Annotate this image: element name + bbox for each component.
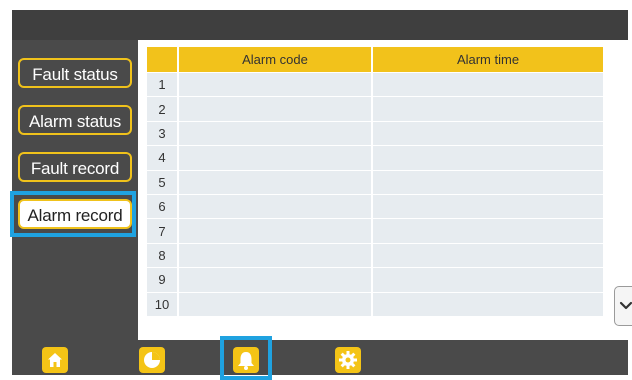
row-number: 5 — [147, 169, 179, 195]
row-number: 1 — [147, 71, 179, 97]
table-row: 4 — [147, 145, 603, 171]
table-row: 7 — [147, 218, 603, 244]
pie-chart-icon — [144, 352, 160, 368]
row-number: 7 — [147, 218, 179, 244]
statistics-nav-button[interactable] — [139, 347, 165, 373]
alarm-code-cell — [178, 96, 373, 122]
row-number: 8 — [147, 242, 179, 268]
table-row: 8 — [147, 242, 603, 268]
column-header-alarm-time: Alarm time — [372, 47, 603, 73]
column-header-alarm-code: Alarm code — [178, 47, 373, 73]
table-row: 9 — [147, 267, 603, 293]
alarm-record-table: Alarm code Alarm time 1 2 3 4 5 6 7 8 9 … — [147, 47, 603, 316]
alarm-status-button[interactable]: Alarm status — [18, 105, 132, 135]
alarm-code-cell — [178, 120, 373, 146]
row-number: 9 — [147, 267, 179, 293]
column-header-index — [147, 47, 179, 73]
alarm-code-cell — [178, 71, 373, 97]
row-number: 6 — [147, 193, 179, 219]
scroll-down-button[interactable] — [614, 286, 632, 326]
table-row: 6 — [147, 193, 603, 219]
fault-record-button[interactable]: Fault record — [18, 152, 132, 182]
alarm-time-cell — [372, 96, 603, 122]
alarm-code-cell — [178, 169, 373, 195]
alarm-code-cell — [178, 242, 373, 268]
alarm-time-cell — [372, 193, 603, 219]
alarm-time-cell — [372, 71, 603, 97]
alarm-time-cell — [372, 267, 603, 293]
table-row: 1 — [147, 71, 603, 97]
table-row: 5 — [147, 169, 603, 195]
row-number: 10 — [147, 291, 179, 316]
top-bar — [12, 10, 628, 40]
home-icon — [48, 353, 62, 367]
alarm-code-cell — [178, 218, 373, 244]
alarm-time-cell — [372, 120, 603, 146]
table-row: 10 — [147, 291, 603, 316]
table-header-row: Alarm code Alarm time — [147, 47, 603, 73]
active-nav-highlight — [220, 336, 272, 380]
row-number: 3 — [147, 120, 179, 146]
alarm-code-cell — [178, 193, 373, 219]
active-tab-highlight — [10, 191, 136, 237]
settings-nav-button[interactable] — [335, 347, 361, 373]
alarm-time-cell — [372, 291, 603, 316]
device-screen: Fault status Alarm status Fault record A… — [10, 10, 632, 380]
alarm-code-cell — [178, 291, 373, 316]
gear-icon — [339, 351, 357, 369]
alarm-time-cell — [372, 145, 603, 171]
row-number: 4 — [147, 145, 179, 171]
fault-status-button[interactable]: Fault status — [18, 58, 132, 88]
alarm-code-cell — [178, 145, 373, 171]
chevron-down-icon — [619, 301, 632, 310]
alarm-time-cell — [372, 218, 603, 244]
alarm-record-panel: Alarm code Alarm time 1 2 3 4 5 6 7 8 9 … — [138, 40, 632, 340]
row-number: 2 — [147, 96, 179, 122]
alarm-code-cell — [178, 267, 373, 293]
alarm-time-cell — [372, 242, 603, 268]
table-row: 3 — [147, 120, 603, 146]
table-row: 2 — [147, 96, 603, 122]
alarm-time-cell — [372, 169, 603, 195]
home-nav-button[interactable] — [42, 347, 68, 373]
